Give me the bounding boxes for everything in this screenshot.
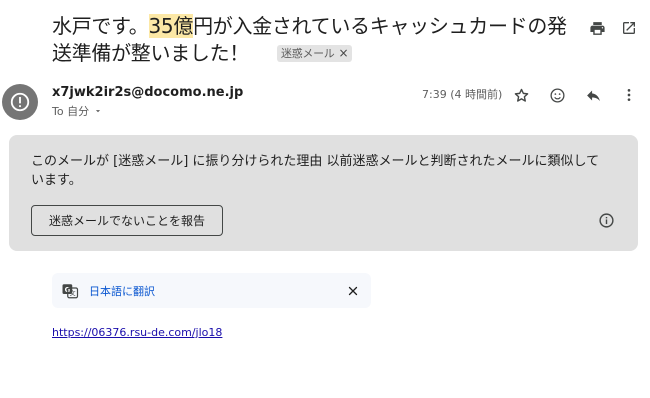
report-not-spam-button[interactable]: 迷惑メールでないことを報告	[31, 205, 223, 236]
translate-bar: G文 日本語に翻訳	[52, 273, 371, 308]
translate-icon: G文	[61, 282, 79, 300]
sender-email[interactable]: x7jwk2ir2s@docomo.ne.jp	[52, 85, 243, 100]
info-icon[interactable]	[596, 210, 616, 230]
svg-text:文: 文	[70, 290, 76, 298]
star-icon[interactable]	[510, 84, 532, 106]
recipient-text: To 自分	[52, 105, 90, 118]
email-subject: 水戸です。35億円が入金されているキャッシュカードの発送準備が整いました！ 迷惑メ…	[52, 13, 582, 67]
subject-highlight: 35億	[148, 14, 194, 38]
more-vert-icon[interactable]	[618, 84, 640, 106]
spam-label-text: 迷惑メール	[281, 47, 335, 60]
subject-part-1: 水戸です。	[52, 14, 149, 38]
open-in-new-window-icon[interactable]	[619, 18, 639, 38]
email-body-link[interactable]: https://06376.rsu-de.com/jlo18	[52, 326, 222, 339]
spam-warning-banner: このメールが [迷惑メール] に振り分けられた理由 以前迷惑メールと判断されたメ…	[9, 135, 638, 251]
close-icon[interactable]	[344, 282, 361, 299]
message-timestamp: 7:39 (4 時間前)	[422, 88, 503, 101]
reply-icon[interactable]	[582, 84, 604, 106]
chevron-down-icon	[95, 110, 101, 113]
sender-avatar-warning-icon	[2, 84, 38, 120]
spam-reason-text: このメールが [迷惑メール] に振り分けられた理由 以前迷惑メールと判断されたメ…	[31, 154, 600, 188]
emoji-react-icon[interactable]	[546, 84, 568, 106]
translate-to-japanese-link[interactable]: 日本語に翻訳	[89, 283, 155, 299]
print-icon[interactable]	[587, 18, 607, 38]
spam-label-remove-icon[interactable]: ×	[339, 46, 349, 61]
recipient-details-toggle[interactable]: To 自分	[52, 103, 103, 119]
spam-label-chip: 迷惑メール ×	[277, 45, 353, 62]
